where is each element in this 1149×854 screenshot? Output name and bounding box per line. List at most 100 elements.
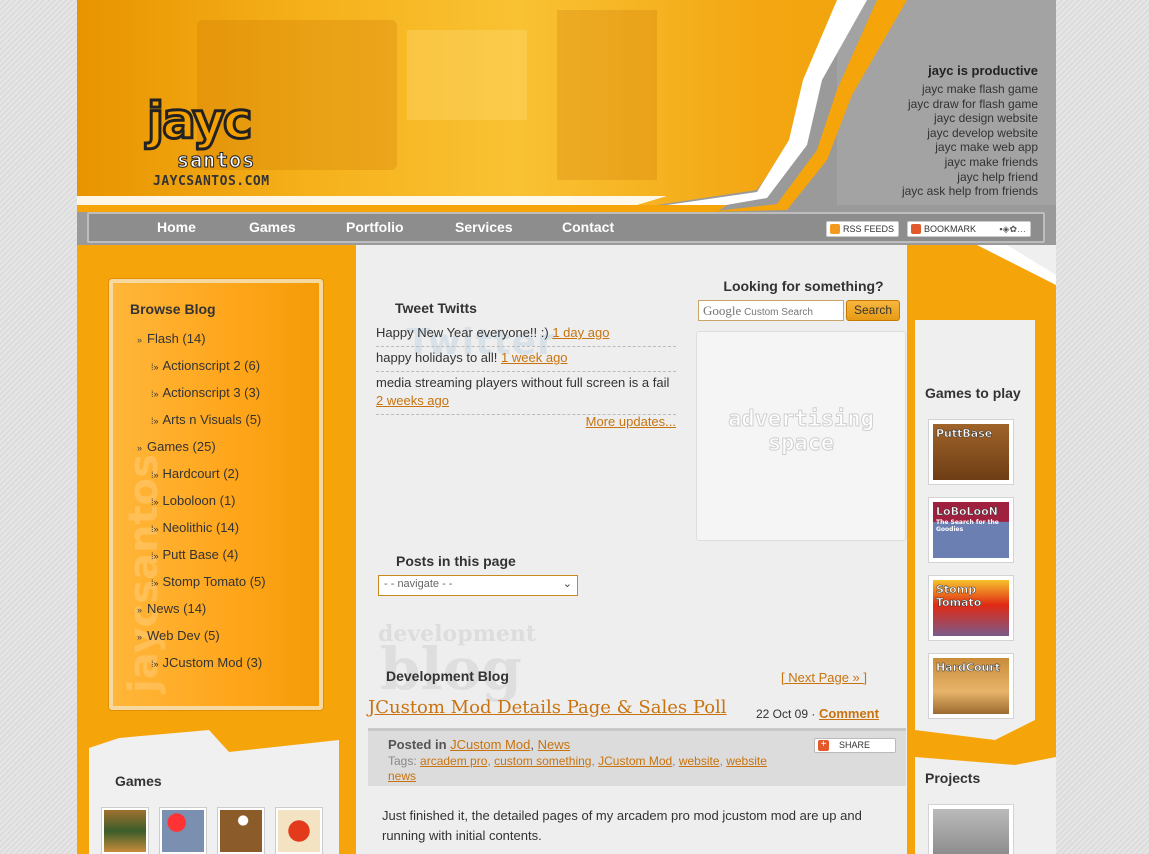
category-label: Putt Base (4) <box>162 547 239 562</box>
game-thumb-stomp-tomato[interactable]: Stomp Tomato <box>928 575 1014 641</box>
sub-arrow-icon: ⁞» <box>151 524 159 534</box>
tweet-item: media streaming players without full scr… <box>376 374 676 415</box>
game-thumb-hardcourt[interactable]: HardCourt <box>928 653 1014 719</box>
navigate-select[interactable]: - - navigate - - ⌄ <box>378 575 578 596</box>
game-thumb-puttbase[interactable]: PuttBase <box>928 419 1014 485</box>
productive-title: jayc is productive <box>928 63 1038 78</box>
search-box: Looking for something? Google Custom Sea… <box>696 278 911 321</box>
sidebar-category-item[interactable]: ⁞» Actionscript 3 (3) <box>151 385 260 400</box>
right-decor <box>917 245 1056 285</box>
nav-games[interactable]: Games <box>249 219 296 235</box>
game-thumb-title: PuttBase <box>936 427 993 441</box>
sidebar-category-item[interactable]: ⁞» Stomp Tomato (5) <box>151 574 266 589</box>
search-input[interactable]: Google Custom Search <box>698 300 844 321</box>
sidebar-category-item[interactable]: ⁞» Neolithic (14) <box>151 520 239 535</box>
search-button[interactable]: Search <box>846 300 900 321</box>
next-page-link[interactable]: [ Next Page » ] <box>781 670 867 685</box>
advertising-space[interactable]: advertising space <box>696 331 906 541</box>
game-thumb-loboloon[interactable] <box>159 807 207 854</box>
tag-link[interactable]: JCustom Mod <box>598 754 672 768</box>
nav-portfolio[interactable]: Portfolio <box>346 219 404 235</box>
game-thumb-subtitle: The Search for the Goodies <box>936 519 999 533</box>
post-title-link[interactable]: JCustom Mod Details Page & Sales Poll <box>368 697 727 718</box>
post-comment-link[interactable]: Comment <box>819 706 879 721</box>
productive-item: jayc draw for flash game <box>907 96 1038 111</box>
posted-in-label: Posted in <box>388 737 447 752</box>
rss-icon <box>830 224 840 234</box>
sub-arrow-icon: ⁞» <box>151 578 159 588</box>
post-body: Just finished it, the detailed pages of … <box>382 808 862 843</box>
nav-services[interactable]: Services <box>455 219 513 235</box>
tweet-time-link[interactable]: 2 weeks ago <box>376 393 449 408</box>
arrow-icon: » <box>137 605 143 615</box>
site-logo[interactable]: jayc santos JAYCSANTOS.COM <box>139 91 309 196</box>
rss-label: RSS FEEDS <box>843 224 895 234</box>
tweet-time-link[interactable]: 1 day ago <box>552 325 609 340</box>
category-label: Loboloon (1) <box>162 493 236 508</box>
project-thumb[interactable] <box>928 804 1014 854</box>
sidebar-category-item[interactable]: » Flash (14) <box>137 331 206 346</box>
category-label: Hardcourt (2) <box>162 466 240 481</box>
nav-contact[interactable]: Contact <box>562 219 614 235</box>
sidebar-category-item[interactable]: ⁞» JCustom Mod (3) <box>151 655 262 670</box>
productive-item: jayc help friend <box>957 169 1038 184</box>
tweet-time-link[interactable]: 1 week ago <box>501 350 568 365</box>
bookmark-button[interactable]: BOOKMARK ▪◈✿… <box>907 221 1031 237</box>
game-thumb-loboloon[interactable]: LoBoLooN The Search for the Goodies <box>928 497 1014 563</box>
rss-feeds-button[interactable]: RSS FEEDS <box>826 221 900 237</box>
game-thumb-title: Stomp Tomato <box>936 583 982 610</box>
productive-item: jayc develop website <box>927 125 1038 140</box>
productive-item: jayc make flash game <box>921 82 1038 96</box>
posted-in: Posted in JCustom Mod, News <box>388 737 571 752</box>
projects-title: Projects <box>925 770 981 786</box>
productive-item: jayc ask help from friends <box>901 184 1038 199</box>
productive-list: jayc is productive jayc make flash game … <box>902 63 1038 199</box>
sidebar-category-item[interactable]: » Web Dev (5) <box>137 628 220 643</box>
sub-arrow-icon: ⁞» <box>151 659 159 669</box>
dev-blog-title: Development Blog <box>386 668 509 684</box>
tag-link[interactable]: arcadem pro <box>420 754 487 768</box>
category-label: News (14) <box>147 601 207 616</box>
browse-blog-panel: jaycsantos Browse Blog » Flash (14) ⁞» Acti… <box>109 279 323 710</box>
sub-arrow-icon: ⁞» <box>151 470 159 480</box>
google-logo: Google <box>703 303 742 318</box>
tweet-item: happy holidays to all! 1 week ago <box>376 349 676 372</box>
sidebar-category-item[interactable]: ⁞» Loboloon (1) <box>151 493 236 508</box>
sidebar-category-item[interactable]: » News (14) <box>137 601 206 616</box>
post-date: 22 Oct 09 · <box>756 707 816 721</box>
main-nav: Home Games Portfolio Services Contact RS… <box>87 212 1045 243</box>
browse-blog-title: Browse Blog <box>130 301 216 317</box>
tweet-title: Tweet Twitts <box>395 300 477 316</box>
sub-arrow-icon: ⁞» <box>151 362 159 372</box>
category-label: Flash (14) <box>147 331 206 346</box>
game-thumb-hardcourt[interactable] <box>101 807 149 854</box>
share-button[interactable]: + SHARE <box>814 738 896 753</box>
post-tags: Tags: arcadem pro, custom something, JCu… <box>388 754 767 783</box>
bookmark-icon <box>911 224 921 234</box>
tweet-item: Happy New Year everyone!! :) 1 day ago <box>376 324 676 347</box>
more-updates-link[interactable]: More updates... <box>586 414 676 429</box>
sidebar-category-item[interactable]: ⁞» Arts n Visuals (5) <box>151 412 261 427</box>
ad-text-bottom: space <box>767 431 835 456</box>
sidebar-category-item[interactable]: ⁞» Actionscript 2 (6) <box>151 358 260 373</box>
game-thumb-stomp-tomato[interactable] <box>275 807 323 854</box>
sidebar-category-item[interactable]: ⁞» Hardcourt (2) <box>151 466 239 481</box>
logo-main-text: jayc <box>146 91 255 152</box>
category-label: Games (25) <box>147 439 216 454</box>
sidebar-category-item[interactable]: ⁞» Putt Base (4) <box>151 547 238 562</box>
arrow-icon: » <box>137 443 143 453</box>
tag-link[interactable]: custom something <box>494 754 591 768</box>
category-label: Actionscript 3 (3) <box>162 385 261 400</box>
logo-sub-text: santos <box>176 148 256 173</box>
share-label: SHARE <box>839 740 871 750</box>
tag-link[interactable]: website <box>679 754 720 768</box>
category-link[interactable]: JCustom Mod <box>450 737 530 752</box>
category-link[interactable]: News <box>538 737 571 752</box>
game-thumb-title: HardCourt <box>936 661 1001 675</box>
search-title: Looking for something? <box>723 278 884 294</box>
game-thumb-puttbase[interactable] <box>217 807 265 854</box>
bookmark-services-icon: ▪◈✿… <box>999 224 1026 234</box>
chevron-down-icon: ⌄ <box>562 578 572 590</box>
sidebar-category-item[interactable]: » Games (25) <box>137 439 216 454</box>
nav-home[interactable]: Home <box>157 219 196 235</box>
